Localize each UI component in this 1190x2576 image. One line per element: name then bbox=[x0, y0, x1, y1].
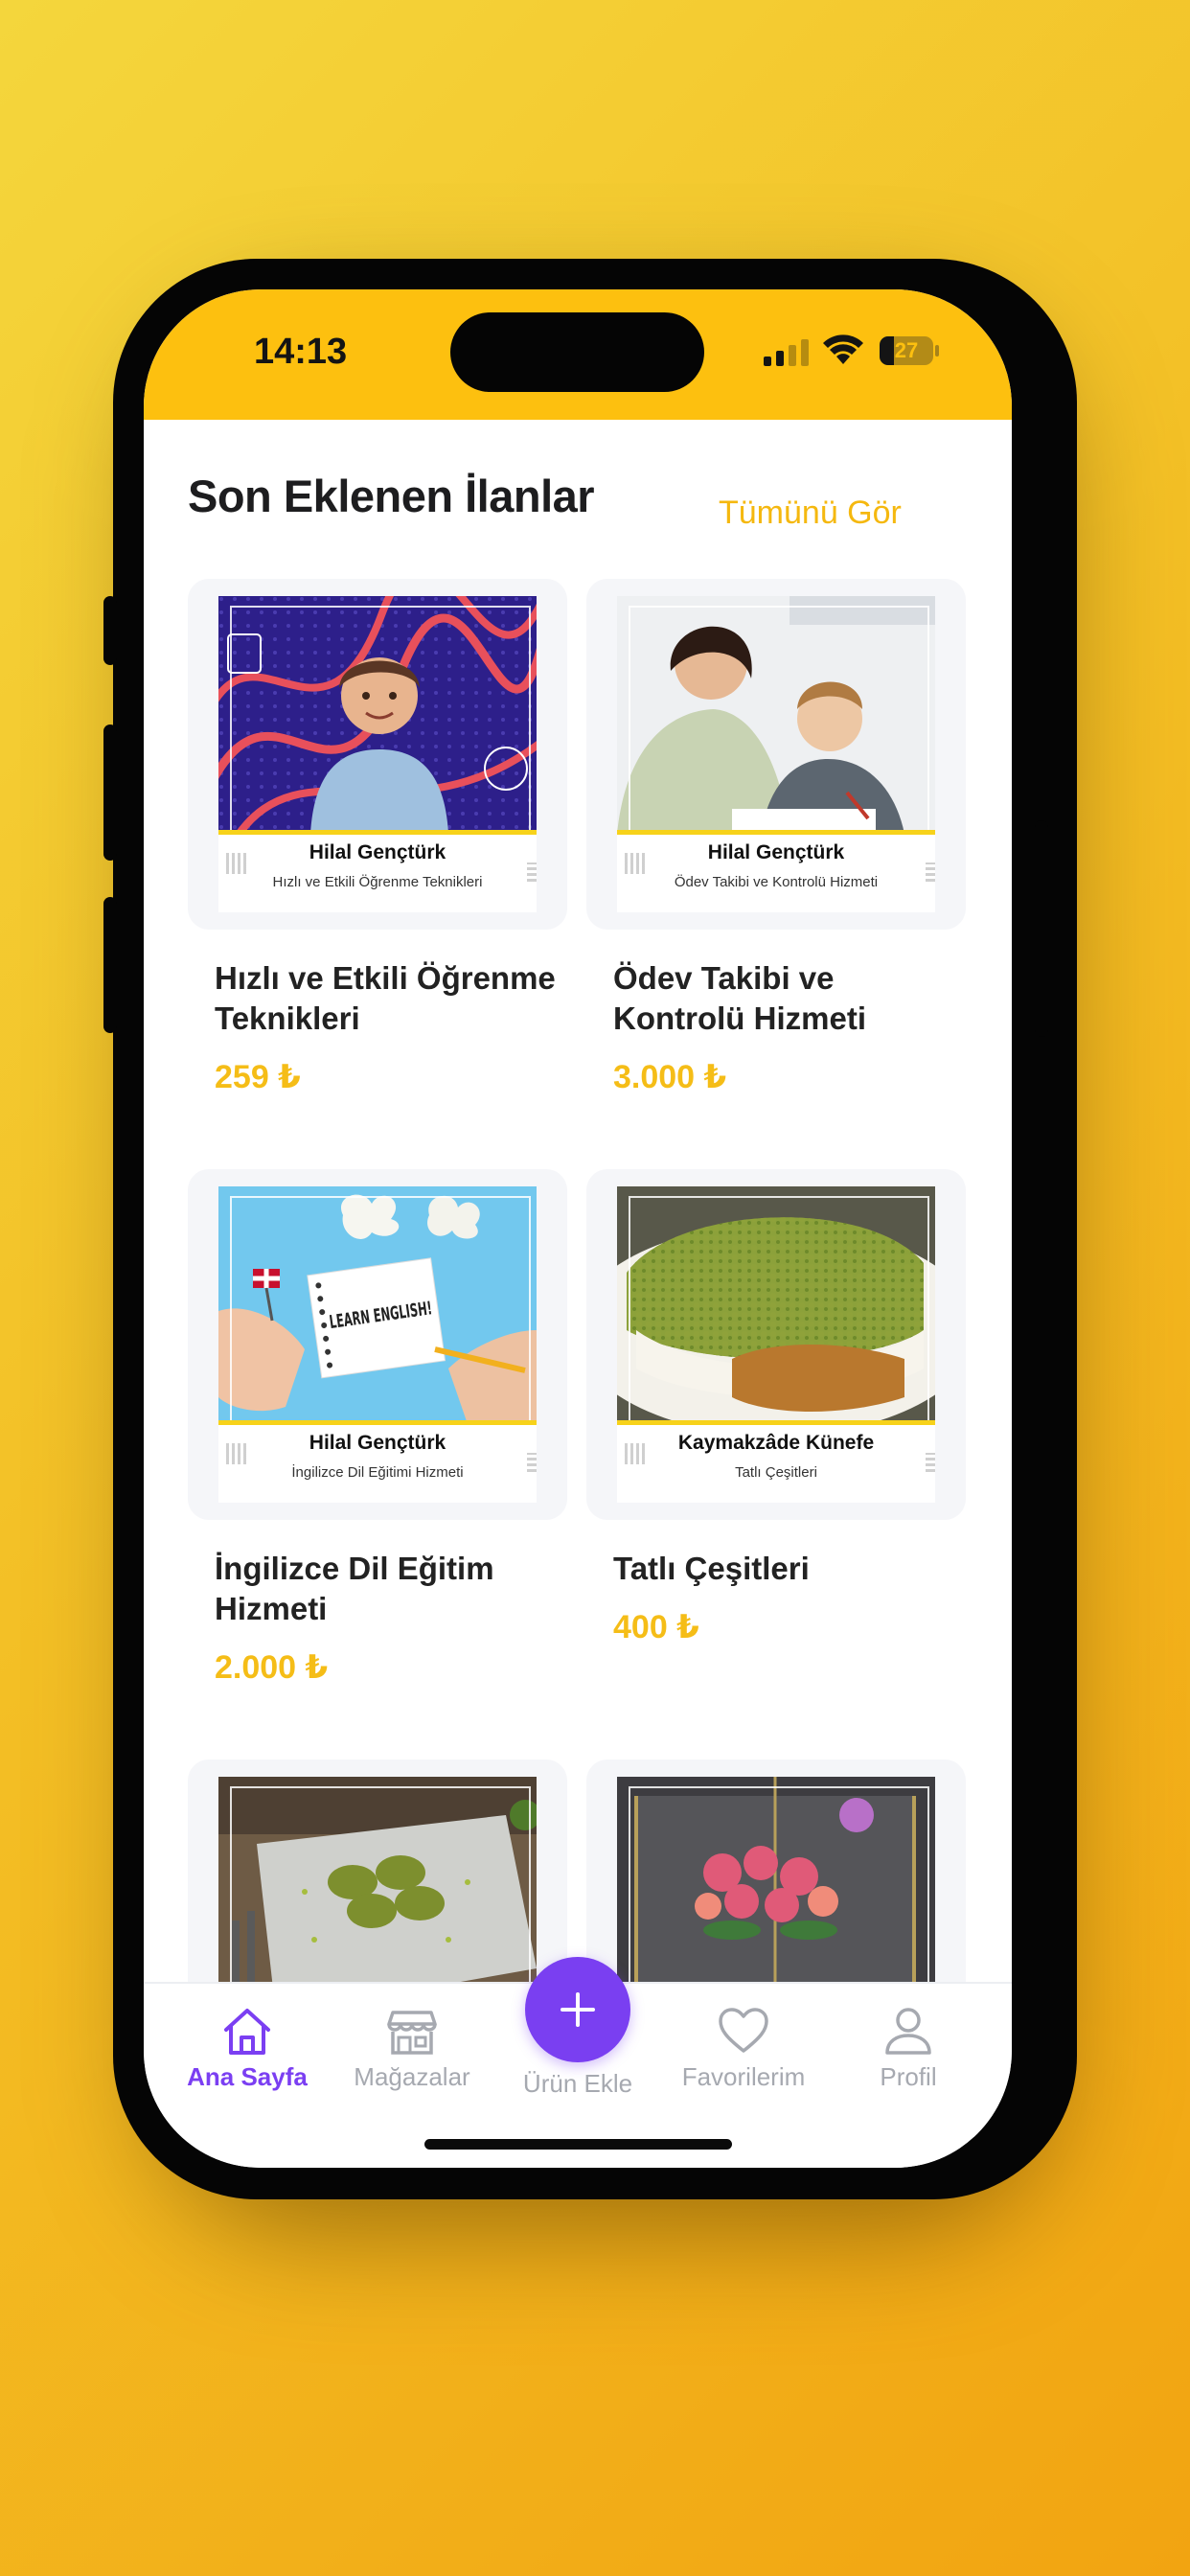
listing-photo bbox=[617, 596, 935, 834]
battery-percent: 27 bbox=[894, 338, 919, 362]
listing-image: Hilal Gençtürk Ödev Takibi ve Kontrolü H… bbox=[617, 596, 935, 912]
app-screen: 14:13 27 Son Eklenen İlanlar Tümünü Gör bbox=[144, 289, 1012, 2168]
listing-image: Hilal Gençtürk Hızlı ve Etkili Öğrenme T… bbox=[218, 596, 537, 912]
listing-price: 400 ₺ bbox=[613, 1609, 699, 1645]
tab-home[interactable]: Ana Sayfa bbox=[171, 2007, 324, 2092]
listing-image-frame: Kaymakzâde Künefe Tatlı Çeşitleri bbox=[586, 1169, 966, 1520]
listing-title: Ödev Takibi ve Kontrolü Hizmeti bbox=[613, 960, 866, 1036]
listing-photo bbox=[617, 1186, 935, 1424]
image-accent-bar bbox=[218, 830, 537, 835]
image-accent-bar bbox=[218, 1420, 537, 1425]
listing-card[interactable] bbox=[188, 1760, 567, 1991]
status-bar: 14:13 27 bbox=[144, 289, 1012, 420]
tab-stores[interactable]: Mağazalar bbox=[335, 2007, 489, 2092]
status-time: 14:13 bbox=[254, 332, 348, 372]
listing-photo: LEARN ENGLISH! bbox=[218, 1186, 537, 1424]
listing-card[interactable]: Hilal Gençtürk Hızlı ve Etkili Öğrenme T… bbox=[188, 579, 567, 1096]
listing-image: LEARN ENGLISH! Hilal Gençtürk İngilizce … bbox=[218, 1186, 537, 1503]
store-icon bbox=[387, 2011, 437, 2055]
listing-image-frame bbox=[188, 1760, 567, 1991]
listing-image-frame: Hilal Gençtürk Ödev Takibi ve Kontrolü H… bbox=[586, 579, 966, 930]
tab-profile-label: Profil bbox=[880, 2062, 937, 2091]
home-icon bbox=[224, 2009, 270, 2055]
listing-card[interactable]: Hilal Gençtürk Ödev Takibi ve Kontrolü H… bbox=[586, 579, 966, 1096]
battery-cap bbox=[935, 345, 939, 356]
battery-icon: 27 bbox=[880, 336, 933, 365]
volume-up-button bbox=[103, 724, 117, 861]
listing-image-frame bbox=[586, 1760, 966, 1991]
home-content: Son Eklenen İlanlar Tümünü Gör Hilal Gen… bbox=[144, 420, 1012, 1991]
image-accent-bar bbox=[617, 1420, 935, 1425]
listing-image bbox=[218, 1777, 537, 1991]
image-accent-bar bbox=[617, 830, 935, 835]
listing-image-frame: LEARN ENGLISH! Hilal Gençtürk İngilizce … bbox=[188, 1169, 567, 1520]
image-subtitle: İngilizce Dil Eğitimi Hizmeti bbox=[291, 1464, 464, 1481]
listing-image-frame: Hilal Gençtürk Hızlı ve Etkili Öğrenme T… bbox=[188, 579, 567, 930]
tab-home-label: Ana Sayfa bbox=[187, 2062, 308, 2091]
listing-card[interactable]: LEARN ENGLISH! Hilal Gençtürk İngilizce … bbox=[188, 1169, 567, 1687]
listing-image bbox=[617, 1777, 935, 1991]
power-button bbox=[1035, 820, 1048, 1037]
tab-favorites[interactable]: Favorilerim bbox=[667, 2007, 820, 2092]
image-subtitle: Tatlı Çeşitleri bbox=[735, 1464, 817, 1481]
listing-title: İngilizce Dil Eğitim Hizmeti bbox=[215, 1551, 494, 1626]
listing-price: 2.000 ₺ bbox=[215, 1649, 329, 1686]
volume-down-button bbox=[103, 897, 117, 1033]
listing-card[interactable]: Kaymakzâde Künefe Tatlı Çeşitleri Tatlı … bbox=[586, 1169, 966, 1646]
home-indicator bbox=[424, 2139, 732, 2150]
listing-price: 259 ₺ bbox=[215, 1059, 301, 1095]
add-product-button[interactable] bbox=[525, 1957, 630, 2062]
listing-card[interactable] bbox=[586, 1760, 966, 1991]
heart-icon bbox=[719, 2008, 768, 2053]
dynamic-island bbox=[450, 312, 704, 392]
section-title: Son Eklenen İlanlar bbox=[188, 471, 595, 521]
image-seller-name: Kaymakzâde Künefe bbox=[677, 1432, 875, 1454]
listing-photo bbox=[617, 1777, 935, 1991]
image-subtitle: Ödev Takibi ve Kontrolü Hizmeti bbox=[674, 874, 879, 890]
listing-photo bbox=[218, 1777, 537, 1991]
listing-title: Tatlı Çeşitleri bbox=[613, 1551, 810, 1586]
image-seller-name: Hilal Gençtürk bbox=[707, 841, 845, 863]
listing-image: Kaymakzâde Künefe Tatlı Çeşitleri bbox=[617, 1186, 935, 1503]
listing-photo bbox=[218, 596, 537, 834]
plus-icon-vertical bbox=[576, 1992, 580, 2027]
add-product-label[interactable]: Ürün Ekle bbox=[501, 2069, 654, 2099]
tab-profile[interactable]: Profil bbox=[832, 2007, 985, 2092]
image-seller-name: Hilal Gençtürk bbox=[309, 1432, 446, 1454]
image-subtitle: Hızlı ve Etkili Öğrenme Teknikleri bbox=[272, 874, 483, 890]
image-seller-name: Hilal Gençtürk bbox=[309, 841, 446, 863]
wifi-icon bbox=[823, 334, 863, 364]
profile-icon bbox=[885, 2008, 931, 2055]
tab-favorites-label: Favorilerim bbox=[681, 2062, 806, 2091]
signal-icon bbox=[764, 339, 809, 366]
listing-title: Hızlı ve Etkili Öğrenme Teknikleri bbox=[215, 960, 556, 1036]
listing-price: 3.000 ₺ bbox=[613, 1059, 727, 1095]
see-all-link[interactable]: Tümünü Gör bbox=[719, 494, 902, 532]
tab-stores-label: Mağazalar bbox=[354, 2062, 470, 2091]
action-button bbox=[103, 596, 117, 665]
